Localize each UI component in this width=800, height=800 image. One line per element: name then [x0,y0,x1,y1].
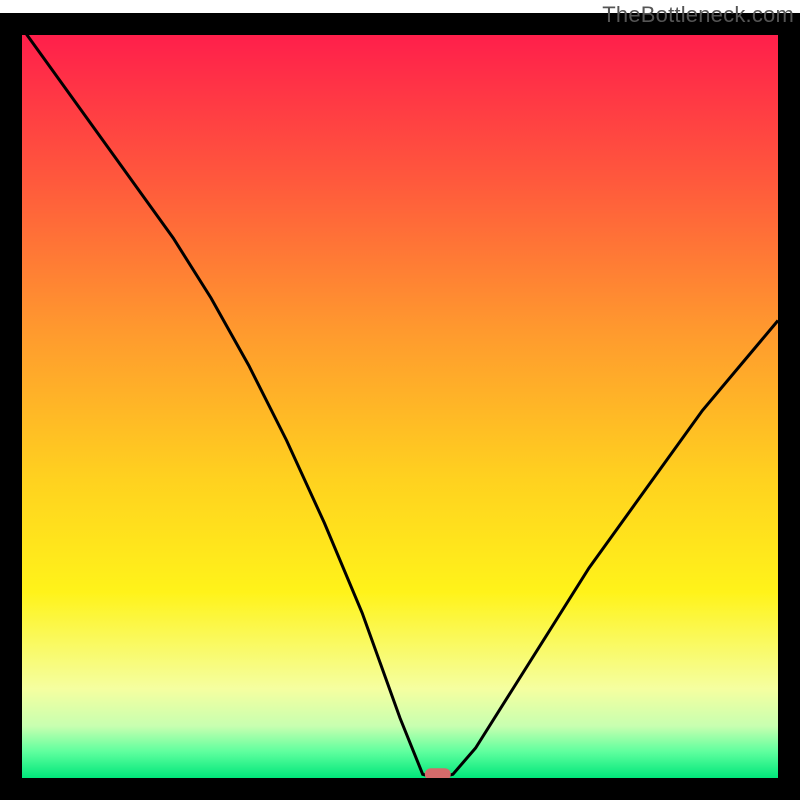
chart-frame: TheBottleneck.com [0,0,800,800]
bottleneck-chart [0,0,800,800]
gradient-background [22,35,778,778]
watermark-label: TheBottleneck.com [602,2,794,28]
